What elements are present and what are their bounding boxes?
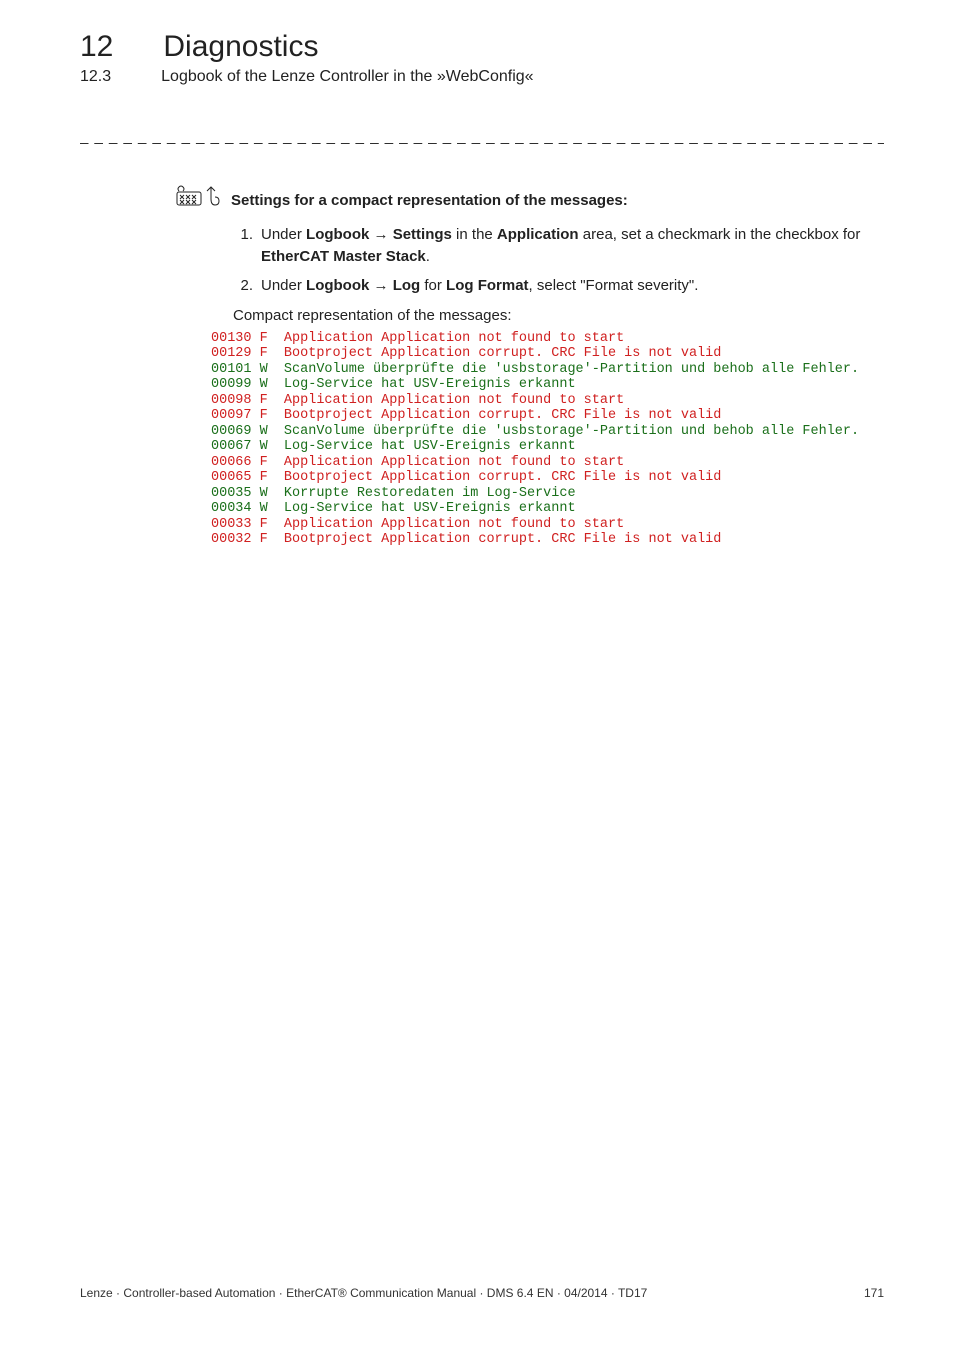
log-line: 00034 W Log-Service hat USV-Ereignis erk… <box>211 501 884 517</box>
step-1-body: Under Logbook → Settings in the Applicat… <box>261 224 873 268</box>
text-bold: Log Format <box>446 277 529 294</box>
step-2: 2. Under Logbook → Log for Log Format, s… <box>233 275 873 297</box>
step-2-body: Under Logbook → Log for Log Format, sele… <box>261 275 873 297</box>
log-line: 00033 F Application Application not foun… <box>211 517 884 533</box>
compact-caption: Compact representation of the messages: <box>233 305 884 327</box>
step-1: 1. Under Logbook → Settings in the Appli… <box>233 224 873 268</box>
arrow-icon: → <box>369 226 392 243</box>
text: , select "Format severity". <box>529 277 699 294</box>
log-line: 00097 F Bootproject Application corrupt.… <box>211 408 884 424</box>
footer-page-number: 171 <box>864 1286 884 1300</box>
chapter-number: 12 <box>80 30 113 64</box>
text: area, set a checkmark in the checkbox fo… <box>579 226 861 243</box>
log-line: 00099 W Log-Service hat USV-Ereignis erk… <box>211 377 884 393</box>
text: in the <box>452 226 497 243</box>
text-bold: Settings <box>393 226 452 243</box>
step-2-number: 2. <box>233 275 253 297</box>
step-1-number: 1. <box>233 224 253 268</box>
content-block: Settings for a compact representation of… <box>175 185 884 548</box>
log-line: 00098 F Application Application not foun… <box>211 393 884 409</box>
text-bold: Application <box>497 226 579 243</box>
text-bold: Logbook <box>306 277 369 294</box>
footer-left: Lenze · Controller-based Automation · Et… <box>80 1286 647 1300</box>
page-header: 12 Diagnostics 12.3 Logbook of the Lenze… <box>80 30 884 86</box>
arrow-icon: → <box>369 277 392 294</box>
chapter-line: 12 Diagnostics <box>80 30 884 64</box>
log-line: 00130 F Application Application not foun… <box>211 331 884 347</box>
subsection-number: 12.3 <box>80 68 111 86</box>
howto-heading: Settings for a compact representation of… <box>175 185 884 216</box>
log-line: 00066 F Application Application not foun… <box>211 455 884 471</box>
text: . <box>426 248 430 265</box>
log-line: 00032 F Bootproject Application corrupt.… <box>211 532 884 548</box>
text-bold: EtherCAT Master Stack <box>261 248 426 265</box>
text-bold: Logbook <box>306 226 369 243</box>
page: 12 Diagnostics 12.3 Logbook of the Lenze… <box>0 0 954 1350</box>
log-output: 00130 F Application Application not foun… <box>211 331 884 548</box>
subsection-line: 12.3 Logbook of the Lenze Controller in … <box>80 68 884 86</box>
log-line: 00101 W ScanVolume überprüfte die 'usbst… <box>211 362 884 378</box>
text-bold: Log <box>393 277 421 294</box>
page-footer: Lenze · Controller-based Automation · Et… <box>80 1286 884 1300</box>
text: Under <box>261 277 306 294</box>
log-line: 00067 W Log-Service hat USV-Ereignis erk… <box>211 439 884 455</box>
separator-rule: _ _ _ _ _ _ _ _ _ _ _ _ _ _ _ _ _ _ _ _ … <box>80 128 884 145</box>
chapter-title: Diagnostics <box>163 30 318 64</box>
steps-list: 1. Under Logbook → Settings in the Appli… <box>175 224 884 297</box>
log-line: 00129 F Bootproject Application corrupt.… <box>211 346 884 362</box>
text: for <box>420 277 446 294</box>
log-line: 00035 W Korrupte Restoredaten im Log-Ser… <box>211 486 884 502</box>
howto-mouse-icon <box>175 185 221 216</box>
subsection-title: Logbook of the Lenze Controller in the »… <box>161 68 533 86</box>
text: Under <box>261 226 306 243</box>
howto-title: Settings for a compact representation of… <box>231 190 628 212</box>
log-line: 00065 F Bootproject Application corrupt.… <box>211 470 884 486</box>
log-line: 00069 W ScanVolume überprüfte die 'usbst… <box>211 424 884 440</box>
